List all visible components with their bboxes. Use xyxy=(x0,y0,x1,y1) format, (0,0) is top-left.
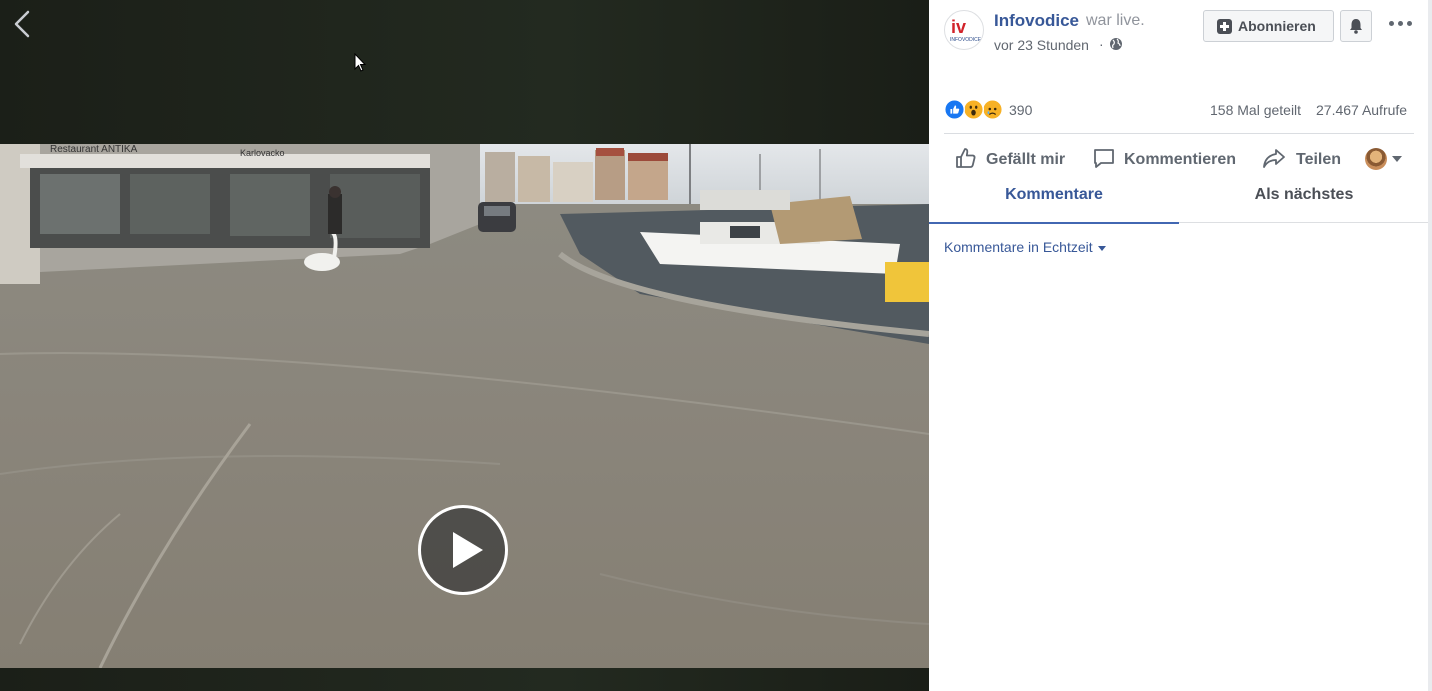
viewer: Restaurant ANTIKA Karlovacko iv INFOVODI… xyxy=(0,0,1432,691)
notifications-button[interactable] xyxy=(1340,10,1372,42)
panel-scroll-edge xyxy=(1428,0,1432,691)
tab-up-next-label: Als nächstes xyxy=(1254,186,1354,203)
user-avatar xyxy=(1365,148,1387,170)
globe-icon xyxy=(1110,38,1122,50)
divider xyxy=(944,133,1414,134)
comment-label: Kommentieren xyxy=(1124,151,1237,168)
post-panel: iv INFOVODICE Infovodice war live. vor 2… xyxy=(929,0,1429,691)
plus-icon xyxy=(1217,19,1232,34)
svg-text:INFOVODICE: INFOVODICE xyxy=(950,37,982,43)
comment-button[interactable]: Kommentieren xyxy=(1092,143,1242,175)
speech-bubble-icon xyxy=(1094,149,1114,168)
mouse-pointer-icon xyxy=(354,52,368,73)
thumbs-up-icon xyxy=(956,148,976,168)
caret-down-icon xyxy=(1097,245,1106,251)
tab-up-next[interactable]: Als nächstes xyxy=(1179,178,1429,223)
play-icon xyxy=(453,532,483,568)
caret-down-icon xyxy=(1392,156,1402,162)
comment-filter-label: Kommentare in Echtzeit xyxy=(944,239,1093,255)
view-count: 27.467 Aufrufe xyxy=(1316,102,1408,118)
share-arrow-icon xyxy=(1263,149,1285,168)
share-button[interactable]: Teilen xyxy=(1262,143,1346,175)
subscribe-button[interactable]: Abonnieren xyxy=(1203,10,1334,42)
like-label: Gefällt mir xyxy=(986,151,1066,168)
tab-comments-label: Kommentare xyxy=(1005,186,1103,203)
wow-icon xyxy=(963,99,984,120)
sad-icon xyxy=(982,99,1003,120)
like-button[interactable]: Gefällt mir xyxy=(954,143,1076,175)
page-avatar[interactable]: iv INFOVODICE xyxy=(944,10,984,50)
video-stage: Restaurant ANTIKA Karlovacko xyxy=(0,0,929,691)
page-name-link[interactable]: Infovodice xyxy=(994,11,1079,31)
tab-comments[interactable]: Kommentare xyxy=(929,178,1179,224)
share-label: Teilen xyxy=(1296,151,1342,168)
post-timestamp[interactable]: vor 23 Stunden xyxy=(994,37,1089,53)
separator-dot: · xyxy=(1099,36,1104,52)
comment-filter-dropdown[interactable]: Kommentare in Echtzeit xyxy=(944,239,1106,255)
bell-icon xyxy=(1350,19,1362,34)
svg-text:Restaurant ANTIKA: Restaurant ANTIKA xyxy=(50,144,138,155)
reactions-summary[interactable] xyxy=(944,99,1004,121)
subscribe-label: Abonnieren xyxy=(1238,18,1316,34)
video-player[interactable]: Restaurant ANTIKA Karlovacko xyxy=(0,144,929,668)
play-button[interactable] xyxy=(418,505,508,595)
panel-tabs: Kommentare Als nächstes xyxy=(929,178,1429,224)
svg-text:Karlovacko: Karlovacko xyxy=(240,148,285,158)
actor-selector[interactable] xyxy=(1365,148,1405,170)
reaction-count[interactable]: 390 xyxy=(1009,102,1032,118)
share-count[interactable]: 158 Mal geteilt xyxy=(1210,102,1301,118)
svg-text:iv: iv xyxy=(951,17,966,37)
back-arrow-icon[interactable] xyxy=(6,6,36,42)
more-options-icon[interactable] xyxy=(1387,12,1415,36)
live-status-text: war live. xyxy=(1086,12,1145,29)
like-icon xyxy=(944,99,965,120)
